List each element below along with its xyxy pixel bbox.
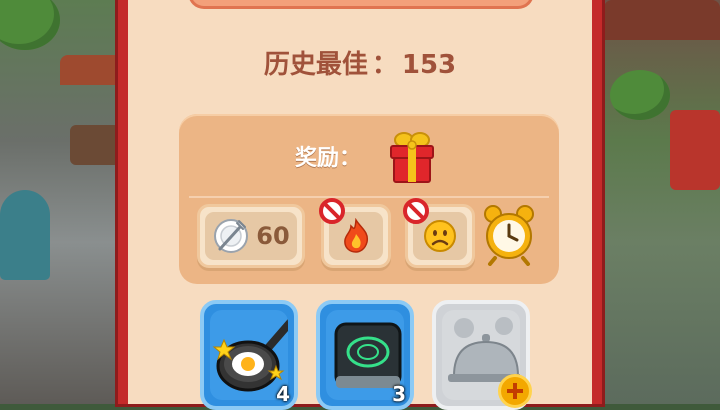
booster-frying-pan[interactable]: 4 (200, 300, 298, 410)
lantern-gate-decoration (670, 110, 720, 190)
panel-top-banner (188, 0, 534, 9)
gift-box-icon (387, 128, 437, 184)
reward-divider (189, 196, 549, 198)
booster-frying-pan-count: 4 (276, 382, 290, 406)
result-panel: 历史最佳： 153 奖励： 60 4 3 (118, 0, 602, 410)
town-background-right (590, 0, 720, 404)
reward-badge-sad (403, 198, 475, 268)
reward-box: 奖励： 60 (179, 114, 559, 284)
blocked-icon (319, 198, 345, 224)
plate-fork-icon (214, 219, 249, 253)
barrels-decoration (70, 125, 120, 165)
best-score-separator: ： (371, 50, 398, 80)
reward-badge-plate-inner: 60 (205, 212, 297, 260)
blocked-icon (403, 198, 429, 224)
reward-label: 奖励： (295, 146, 362, 171)
add-cloche-button[interactable] (498, 374, 532, 408)
plus-icon (507, 383, 523, 399)
best-score-label: 历史最佳 (263, 50, 368, 80)
hedge-decoration (610, 70, 670, 120)
shop-roof-right (604, 0, 720, 40)
best-score-value: 153 (401, 50, 457, 80)
best-score: 历史最佳： 153 (128, 44, 592, 81)
kiosk-decoration (0, 190, 50, 280)
reward-badge-fire (319, 198, 391, 268)
booster-induction-cooker[interactable]: 3 (316, 300, 414, 410)
booster-serving-cloche[interactable] (432, 300, 532, 410)
plate-reward-value: 60 (256, 222, 290, 250)
alarm-clock-icon (484, 205, 534, 266)
reward-badge-plate: 60 (197, 204, 305, 268)
booster-induction-cooker-count: 3 (392, 382, 406, 406)
